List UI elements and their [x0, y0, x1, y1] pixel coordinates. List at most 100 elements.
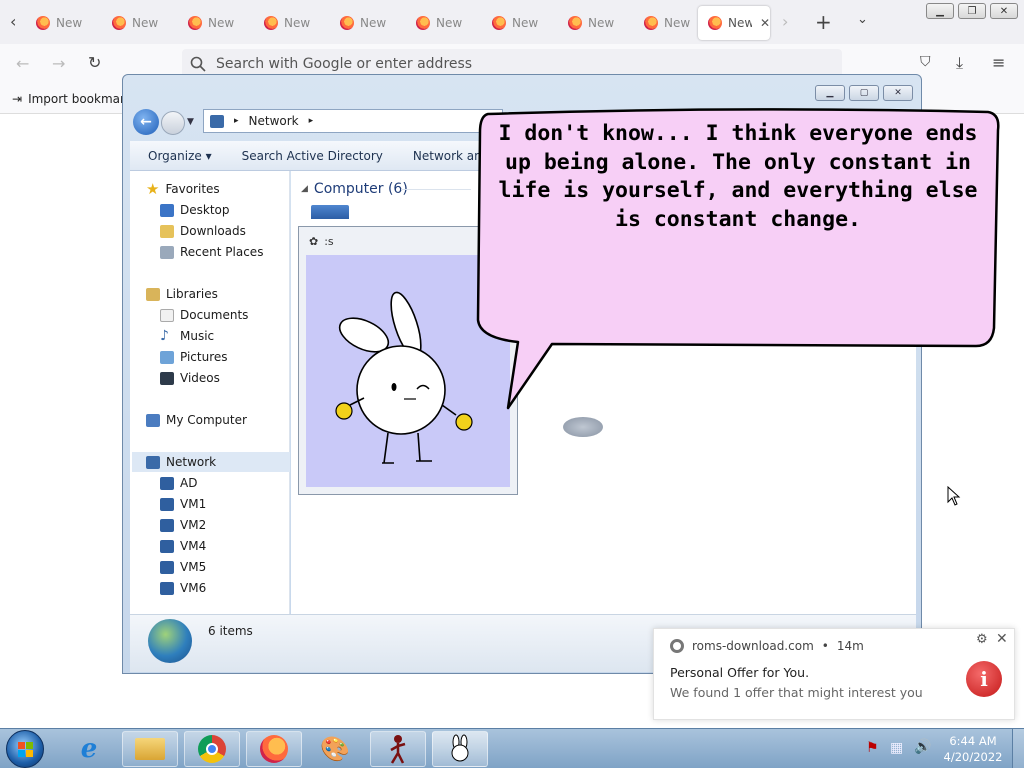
internet-explorer-taskbar-icon[interactable]: e [72, 733, 106, 765]
group-divider [401, 189, 471, 190]
list-all-tabs-icon[interactable]: ⌄ [857, 12, 868, 27]
bunny-small-icon: ✿ [309, 235, 319, 248]
explorer-address-bar[interactable]: ▸ Network ▸ [203, 109, 503, 133]
firefox-tab-icon [112, 16, 126, 30]
computer-icon [160, 497, 174, 511]
firefox-taskbar-button[interactable] [246, 731, 302, 767]
star-icon: ★ [146, 180, 160, 198]
computer-icon [160, 539, 174, 553]
menu-icon[interactable]: ≡ [992, 53, 1005, 72]
tab-scroll-right-icon[interactable]: › [782, 12, 788, 31]
system-clock[interactable]: 6:44 AM 4/20/2022 [940, 733, 1006, 765]
search-icon [190, 56, 206, 72]
browser-tab[interactable]: New T [482, 6, 552, 40]
nav-libraries[interactable]: Libraries [146, 284, 304, 304]
tab-label: New T [728, 16, 752, 30]
browser-tab[interactable]: New T [26, 6, 96, 40]
viewer-titlebar[interactable]: ✿ :s [309, 235, 334, 248]
firefox-tab-icon [644, 16, 658, 30]
breadcrumb-arrow-icon: ▸ [234, 116, 239, 126]
computer-item-icon[interactable] [311, 205, 349, 219]
firefox-tab-icon [708, 16, 722, 30]
recent-locations-icon[interactable]: ▼ [187, 117, 194, 127]
bunny-icon [451, 734, 469, 762]
import-icon: ⇥ [12, 92, 23, 106]
import-bookmarks-item[interactable]: ⇥ Import bookmark [12, 92, 132, 106]
tab-label: New T [588, 16, 614, 30]
nav-network[interactable]: Network [132, 452, 290, 472]
file-explorer-taskbar-button[interactable] [122, 731, 178, 767]
videos-icon [160, 371, 174, 385]
volume-icon[interactable]: 🔊 [914, 739, 931, 755]
firefox-tab-icon [568, 16, 582, 30]
paint-taskbar-icon[interactable]: 🎨 [318, 733, 352, 765]
tab-label: New T [512, 16, 538, 30]
browser-tab[interactable]: New T [406, 6, 476, 40]
tab-label: New T [56, 16, 82, 30]
browser-tab[interactable]: New T ✕ [698, 6, 770, 40]
search-active-directory-button[interactable]: Search Active Directory [242, 149, 383, 163]
pocket-icon[interactable]: ⛉ [920, 54, 931, 70]
reload-icon[interactable]: ↻ [88, 53, 101, 72]
web-notification[interactable]: roms-download.com • 14m ⚙ ✕ Personal Off… [653, 628, 1015, 720]
start-button[interactable] [6, 730, 44, 768]
firefox-tab-icon [492, 16, 506, 30]
tab-scroll-left-icon[interactable]: ‹ [10, 12, 16, 31]
browser-tab[interactable]: New T [178, 6, 248, 40]
stick-figure-taskbar-button[interactable] [370, 731, 426, 767]
computer-icon [160, 581, 174, 595]
explorer-maximize-button[interactable]: ▢ [849, 85, 879, 101]
new-tab-icon[interactable]: + [815, 10, 832, 34]
info-icon: i [966, 661, 1002, 697]
forward-icon[interactable]: → [52, 54, 65, 73]
browser-close-button[interactable]: ✕ [990, 3, 1018, 19]
windows-taskbar: e 🎨 ⚑ ▦ 🔊 6:44 AM 4/20/2022 [0, 728, 1024, 768]
documents-icon [160, 308, 174, 322]
browser-minimize-button[interactable]: ▁ [926, 3, 954, 19]
browser-tab[interactable]: New T [102, 6, 172, 40]
close-tab-icon[interactable]: ✕ [760, 16, 770, 30]
breadcrumb-network[interactable]: Network [249, 114, 299, 128]
notification-settings-icon[interactable]: ⚙ [976, 632, 988, 647]
explorer-close-button[interactable]: ✕ [883, 85, 913, 101]
explorer-forward-button[interactable] [161, 111, 185, 135]
desktop-icon [160, 203, 174, 217]
computer-icon [160, 560, 174, 574]
libraries-icon [146, 287, 160, 301]
action-center-flag-icon[interactable]: ⚑ [866, 740, 879, 756]
recent-places-icon [160, 245, 174, 259]
speech-bubble-text: I don't know... I think everyone ends up… [498, 121, 978, 232]
browser-tab[interactable]: New T [254, 6, 324, 40]
browser-tab[interactable]: New T [558, 6, 628, 40]
folder-icon [135, 738, 165, 760]
firefox-icon [260, 735, 288, 763]
breadcrumb-arrow-icon[interactable]: ▸ [309, 116, 314, 126]
explorer-back-button[interactable]: ← [133, 109, 159, 135]
tab-label: New T [436, 16, 462, 30]
import-bookmarks-label: Import bookmark [28, 92, 132, 106]
computer-icon [160, 476, 174, 490]
browser-tab[interactable]: New T [330, 6, 400, 40]
bunny-taskbar-button[interactable] [432, 731, 488, 767]
explorer-minimize-button[interactable]: ▁ [815, 85, 845, 101]
chrome-taskbar-button[interactable] [184, 731, 240, 767]
tab-label: New T [360, 16, 386, 30]
show-desktop-button[interactable] [1012, 729, 1024, 768]
nav-favorites[interactable]: ★ Favorites [146, 179, 304, 199]
stick-figure-icon [390, 735, 406, 764]
network-device-icon[interactable] [563, 417, 603, 437]
browser-tab[interactable]: New T [634, 6, 704, 40]
item-count: 6 items [208, 624, 253, 638]
downloads-folder-icon [160, 224, 174, 238]
pictures-icon [160, 350, 174, 364]
organize-button[interactable]: Organize ▾ [148, 149, 212, 163]
navigation-pane: ★ Favorites Desktop Downloads Recent Pla… [130, 171, 290, 614]
browser-restore-button[interactable]: ❐ [958, 3, 986, 19]
network-tray-icon[interactable]: ▦ [890, 740, 903, 756]
notification-close-icon[interactable]: ✕ [996, 631, 1008, 647]
downloads-icon[interactable]: ⤓ [956, 53, 963, 73]
nav-my-computer[interactable]: My Computer [146, 410, 304, 430]
back-icon[interactable]: ← [16, 54, 29, 73]
group-header-computer[interactable]: ◢ Computer (6) [301, 181, 408, 197]
url-placeholder: Search with Google or enter address [216, 56, 473, 72]
